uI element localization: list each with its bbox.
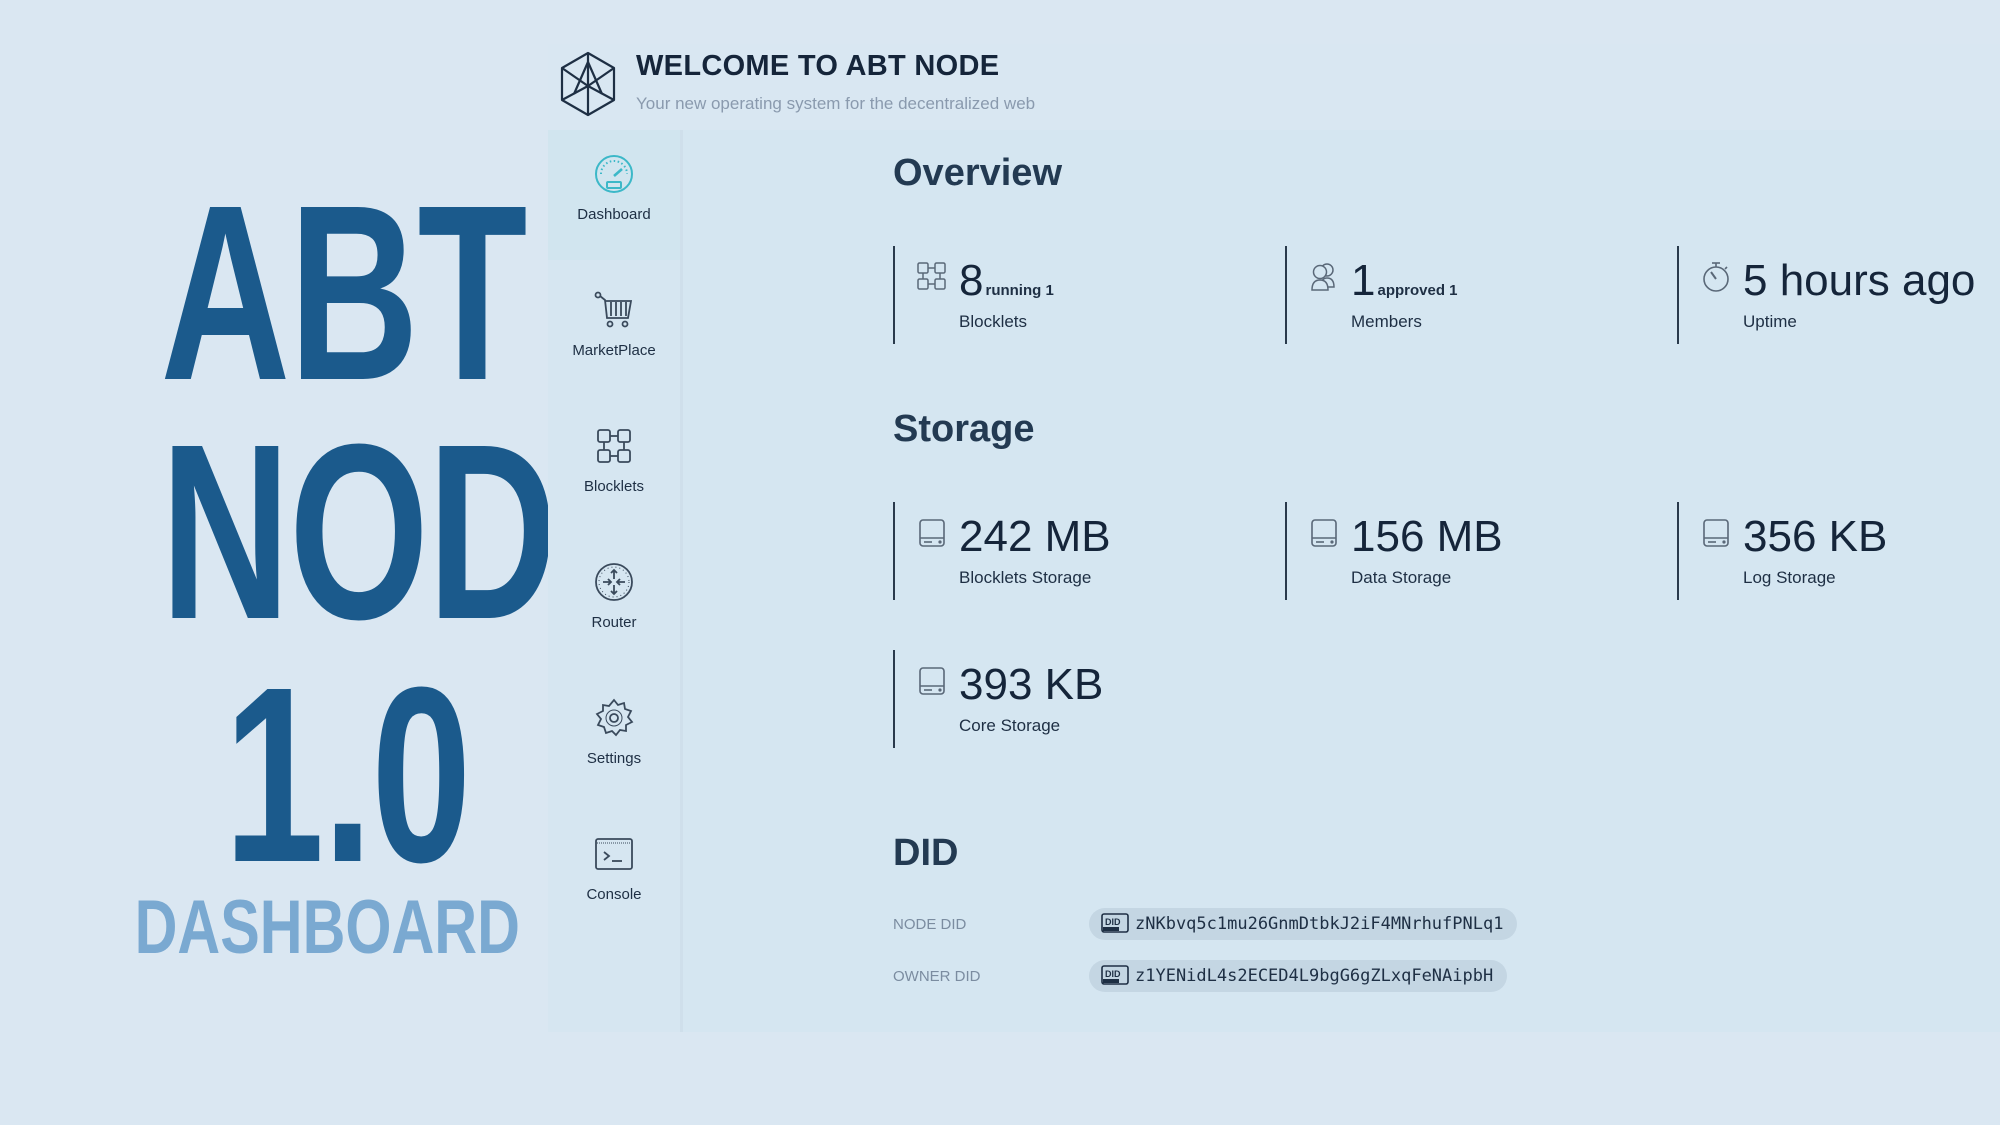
owner-did-text: z1YENidL4s2ECED4L9bgG6gZLxqFeNAipbH [1135, 966, 1494, 986]
members-approved: approved 1 [1377, 282, 1458, 299]
did-badge-icon: DID [1101, 912, 1129, 933]
drive-icon [1703, 519, 1729, 547]
stopwatch-icon [1703, 262, 1729, 292]
storage-blocklets: 242 MB Blocklets Storage [893, 502, 1285, 600]
storage-core: 393 KB Core Storage [893, 650, 1285, 748]
drive-icon [1311, 519, 1337, 547]
users-icon [1311, 263, 1335, 291]
uptime-value: 5 hours ago [1743, 256, 1976, 305]
storage-title: Storage [893, 408, 1035, 450]
promo-line-node: NODE [160, 392, 676, 671]
storage-value: 156 MB [1351, 512, 1503, 561]
stat-uptime: 5 hours ago Uptime [1677, 246, 2000, 344]
svg-text:DID: DID [1105, 917, 1121, 927]
app-header: WELCOME TO ABT NODE Your new operating s… [548, 44, 2000, 130]
owner-did-label: OWNER DID [893, 968, 981, 985]
storage-caption: Blocklets Storage [959, 568, 1092, 587]
app-window: WELCOME TO ABT NODE Your new operating s… [548, 44, 2000, 1032]
members-count: 1 [1351, 256, 1376, 305]
sidebar-item-dashboard[interactable]: Dashboard [548, 130, 680, 260]
sidebar-item-label: MarketPlace [572, 342, 656, 359]
promo-line-version: 1.0 [224, 635, 471, 914]
sidebar-item-label: Blocklets [583, 478, 645, 495]
router-compass-icon [595, 563, 633, 601]
node-did-text: zNKbvq5c1mu26GnmDtbkJ2iF4MNrhufPNLq1 [1135, 914, 1504, 934]
header-title: WELCOME TO ABT NODE [636, 50, 1000, 82]
blocks-icon [597, 429, 631, 463]
overview-title: Overview [893, 152, 1062, 194]
did-title: DID [893, 832, 959, 874]
terminal-icon [595, 838, 633, 870]
stat-caption: Blocklets [959, 312, 1028, 331]
stat-members: 1 approved 1 Members [1285, 246, 1677, 344]
cart-icon [594, 291, 633, 328]
sidebar-item-label: Console [586, 886, 642, 903]
storage-data: 156 MB Data Storage [1285, 502, 1677, 600]
storage-value: 356 KB [1743, 512, 1888, 561]
promo-title: ABT NODE 1.0 DASHBOARD [40, 153, 677, 970]
sidebar-item-marketplace[interactable]: MarketPlace [548, 266, 680, 396]
storage-caption: Log Storage [1743, 568, 1836, 587]
storage-value: 242 MB [959, 512, 1111, 561]
drive-icon [919, 519, 945, 547]
blocklets-count: 8 [959, 256, 984, 305]
blocklets-running: running 1 [985, 282, 1054, 299]
speedometer-icon [595, 155, 633, 193]
stat-caption: Uptime [1743, 312, 1797, 331]
storage-value: 393 KB [959, 660, 1104, 709]
sidebar-nav: Dashboard MarketPlace Blocklets Router S… [548, 130, 683, 1032]
sidebar-item-label: Dashboard [577, 206, 651, 223]
sidebar-item-label: Settings [586, 750, 642, 767]
blocks-icon [917, 262, 946, 290]
stat-value: 5 hours ago [1743, 256, 1975, 306]
sidebar-item-label: Router [591, 614, 637, 631]
sidebar-item-console[interactable]: Console [548, 810, 680, 940]
sidebar-item-router[interactable]: Router [548, 538, 680, 668]
abt-cube-logo-icon [560, 51, 616, 117]
node-did-value[interactable]: DID zNKbvq5c1mu26GnmDtbkJ2iF4MNrhufPNLq1 [1089, 908, 1518, 940]
sidebar-item-blocklets[interactable]: Blocklets [548, 402, 680, 532]
storage-log: 356 KB Log Storage [1677, 502, 2000, 600]
stat-value: 1 approved 1 [1351, 256, 1458, 306]
gear-icon [595, 698, 634, 737]
promo-line-dashboard: DASHBOARD [134, 885, 520, 970]
header-subtitle: Your new operating system for the decent… [636, 94, 1036, 113]
did-badge-icon: DID [1101, 964, 1129, 985]
stat-blocklets: 8 running 1 Blocklets [893, 246, 1285, 344]
owner-did-value[interactable]: DID z1YENidL4s2ECED4L9bgG6gZLxqFeNAipbH [1089, 960, 1508, 992]
storage-caption: Core Storage [959, 716, 1061, 735]
stat-caption: Members [1351, 312, 1422, 331]
drive-icon [919, 667, 945, 695]
sidebar-item-settings[interactable]: Settings [548, 674, 680, 804]
storage-caption: Data Storage [1351, 568, 1452, 587]
node-did-label: NODE DID [893, 916, 967, 933]
stat-value: 8 running 1 [959, 256, 1054, 306]
svg-text:DID: DID [1105, 969, 1121, 979]
promo-line-abt: ABT [160, 153, 527, 432]
